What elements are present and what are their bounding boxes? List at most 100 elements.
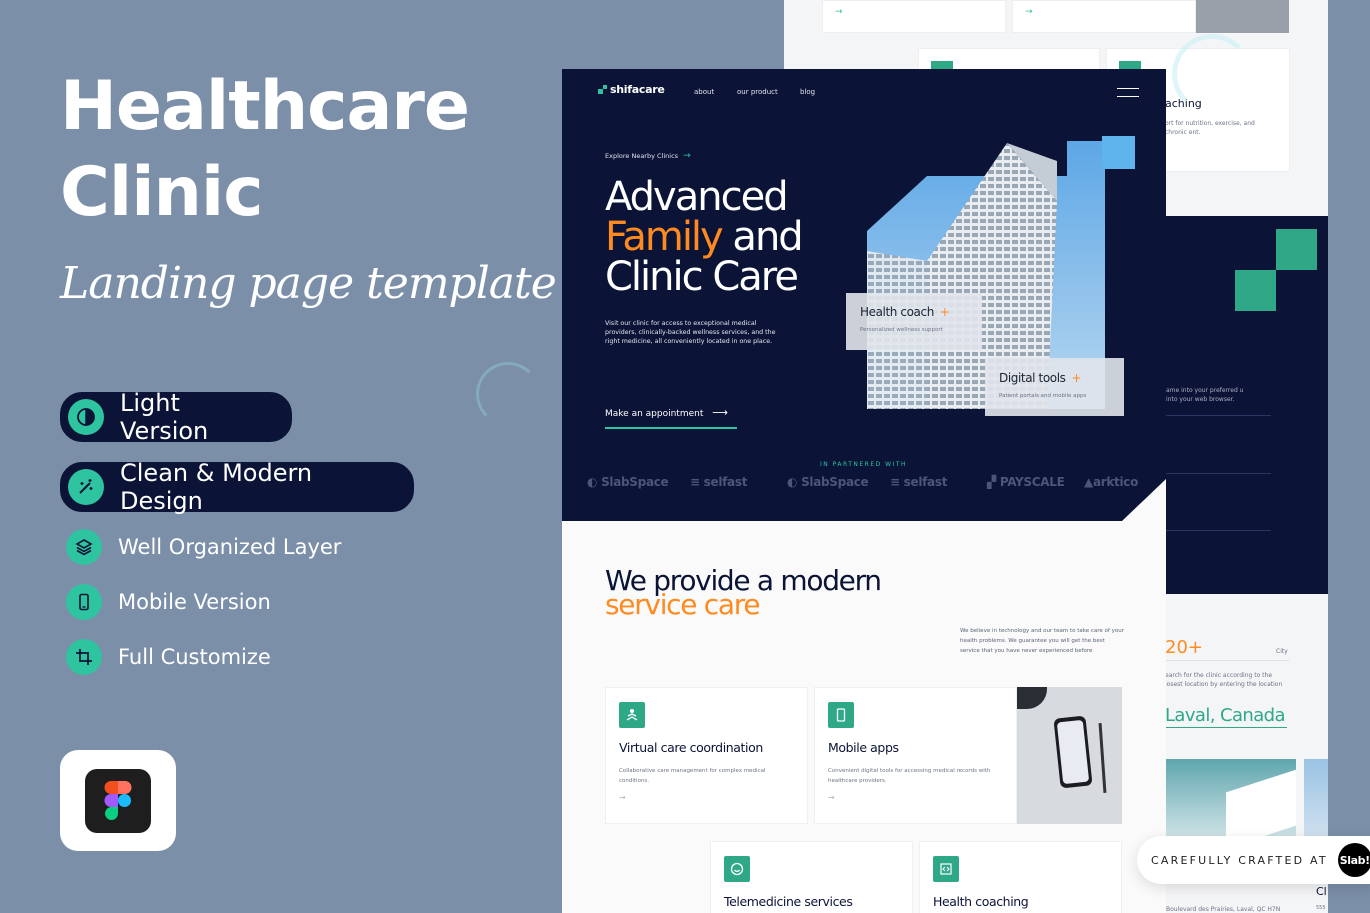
code-icon (933, 856, 959, 882)
magic-wand-icon (68, 469, 104, 505)
crafted-label: CAREFULLY CRAFTED AT (1151, 853, 1328, 867)
back-card (918, 48, 1100, 71)
feature-customize: Full Customize (66, 639, 271, 675)
partner-name: PAYSCALE (999, 475, 1065, 489)
partner-name: selfast (703, 475, 748, 489)
arrow-right-icon: → (683, 151, 691, 161)
appointment-button[interactable]: Make an appointment ⟶ (605, 406, 737, 429)
plus-icon: + (939, 305, 950, 319)
stat-label: City (1276, 648, 1288, 655)
teal-block (1276, 229, 1317, 270)
smile-icon (724, 856, 750, 882)
partner-name: SlabSpace (801, 475, 869, 489)
arrow-right-icon: → (828, 793, 835, 802)
decorative-ring (476, 362, 540, 426)
logo-text: shifacare (610, 83, 665, 96)
explore-link[interactable]: Explore Nearby Clinics → (605, 151, 691, 161)
services-description: We believe in technology and our team to… (960, 628, 1124, 654)
promo-title: Healthcare Clinic (60, 64, 470, 236)
title-line-2: Clinic (60, 153, 264, 232)
arrow-right-icon: → (619, 793, 626, 802)
explore-label: Explore Nearby Clinics (605, 152, 679, 160)
divider (1166, 415, 1271, 416)
service-card-mobile-apps[interactable]: Mobile apps Convenient digital tools for… (814, 687, 1017, 824)
mobile-icon (66, 584, 102, 620)
stat-value: 20+ (1165, 637, 1203, 658)
service-title: Health coaching (933, 894, 1029, 909)
chip-subtitle: Personalized wellness support (860, 327, 943, 333)
title-line-1: Healthcare (60, 67, 470, 146)
partner-logo: ◐ SlabSpace (787, 475, 869, 489)
back-glow (1172, 34, 1252, 114)
digital-tools-chip: Digital tools + Patient portals and mobil… (985, 358, 1124, 416)
service-card-health-coaching[interactable]: Health coaching (919, 841, 1122, 913)
crafted-badge[interactable]: CAREFULLY CRAFTED AT Slab! (1137, 836, 1370, 884)
feature-label: Mobile Version (118, 590, 271, 614)
hero-heading: Advanced Family and Clinic Care (605, 174, 804, 300)
feature-mobile: Mobile Version (66, 584, 271, 620)
payscale-icon: ▞ (987, 475, 1000, 489)
site-logo[interactable]: shifacare (598, 83, 665, 96)
service-card-telemedicine[interactable]: Telemedicine services (710, 841, 913, 913)
coaching-desc: ort for nutrition, exercise, and chronic… (1165, 120, 1255, 136)
feature-label: Full Customize (118, 645, 271, 669)
hero-line-1: Advanced (605, 174, 789, 220)
partner-logo: ≡ selfast (690, 475, 747, 489)
slabspace-icon: ◐ (587, 475, 602, 489)
selfast-icon: ≡ (890, 475, 904, 489)
plus-icon: + (1071, 371, 1082, 385)
accent-square (1102, 136, 1135, 169)
building-photo (1166, 759, 1296, 849)
services-heading: We provide a modern service care (605, 567, 882, 619)
slabspace-icon: ◐ (787, 475, 802, 489)
partner-name: selfast (903, 475, 948, 489)
back-image (1196, 0, 1289, 33)
nav-about[interactable]: about (694, 88, 714, 96)
promo-subtitle: Landing page template (60, 258, 557, 309)
service-desc: Convenient digital tools for accessing m… (828, 768, 991, 784)
nav-blog[interactable]: blog (800, 88, 815, 96)
crop-icon (66, 639, 102, 675)
location-link[interactable]: Laval, Canada (1165, 705, 1285, 726)
figma-badge (60, 750, 176, 851)
divider (1165, 660, 1289, 661)
partner-logo: ▲arktico (1084, 475, 1138, 489)
divider (1165, 727, 1287, 728)
service-desc: Collaborative care management for comple… (619, 768, 766, 784)
partner-logo: ▞ PAYSCALE (987, 475, 1065, 489)
nav-our-product[interactable]: our product (737, 88, 778, 96)
pill-label: Clean & Modern Design (120, 459, 313, 515)
partner-logo: ◐ SlabSpace (587, 475, 669, 489)
building-photo (1304, 759, 1328, 837)
partnered-label: IN PARTNERED WITH (820, 461, 908, 468)
health-coach-chip: Health coach + Personalized wellness supp… (846, 293, 982, 350)
mobile-icon (828, 702, 854, 728)
cta-label: Make an appointment (605, 409, 704, 419)
chip-title: Digital tools (999, 371, 1066, 385)
address: Boulevard des Prairies, Laval, QC H7N (1166, 906, 1281, 913)
arrow-right-icon: ⟶ (712, 406, 729, 419)
phone-photo (1017, 687, 1122, 824)
service-title: Mobile apps (828, 740, 899, 755)
divider (1166, 473, 1271, 474)
hero-line-3: Clinic Care (605, 254, 799, 300)
layers-icon (66, 529, 102, 565)
feature-layers: Well Organized Layer (66, 529, 341, 565)
service-title: Virtual care coordination (619, 740, 763, 755)
hero-description: Visit our clinic for access to exception… (605, 320, 776, 345)
teal-block (1235, 270, 1276, 311)
arktico-icon: ▲ (1084, 475, 1093, 489)
meditation-icon (619, 702, 645, 728)
front-page: shifacare about our product blog Explore… (562, 69, 1166, 913)
clean-modern-pill: Clean & Modern Design (60, 459, 414, 515)
partner-name: SlabSpace (601, 475, 669, 489)
menu-icon[interactable] (1117, 88, 1139, 97)
stat-desc: earch for the clinic according to the lo… (1165, 672, 1283, 688)
service-card-virtual-care[interactable]: Virtual care coordination Collaborative … (605, 687, 808, 824)
chip-subtitle: Patient portals and mobile apps (999, 393, 1087, 399)
partner-logo: ≡ selfast (890, 475, 947, 489)
chip-title: Health coach (860, 305, 934, 319)
divider (1166, 530, 1271, 531)
partner-name: arktico (1092, 475, 1139, 489)
selfast-icon: ≡ (690, 475, 704, 489)
